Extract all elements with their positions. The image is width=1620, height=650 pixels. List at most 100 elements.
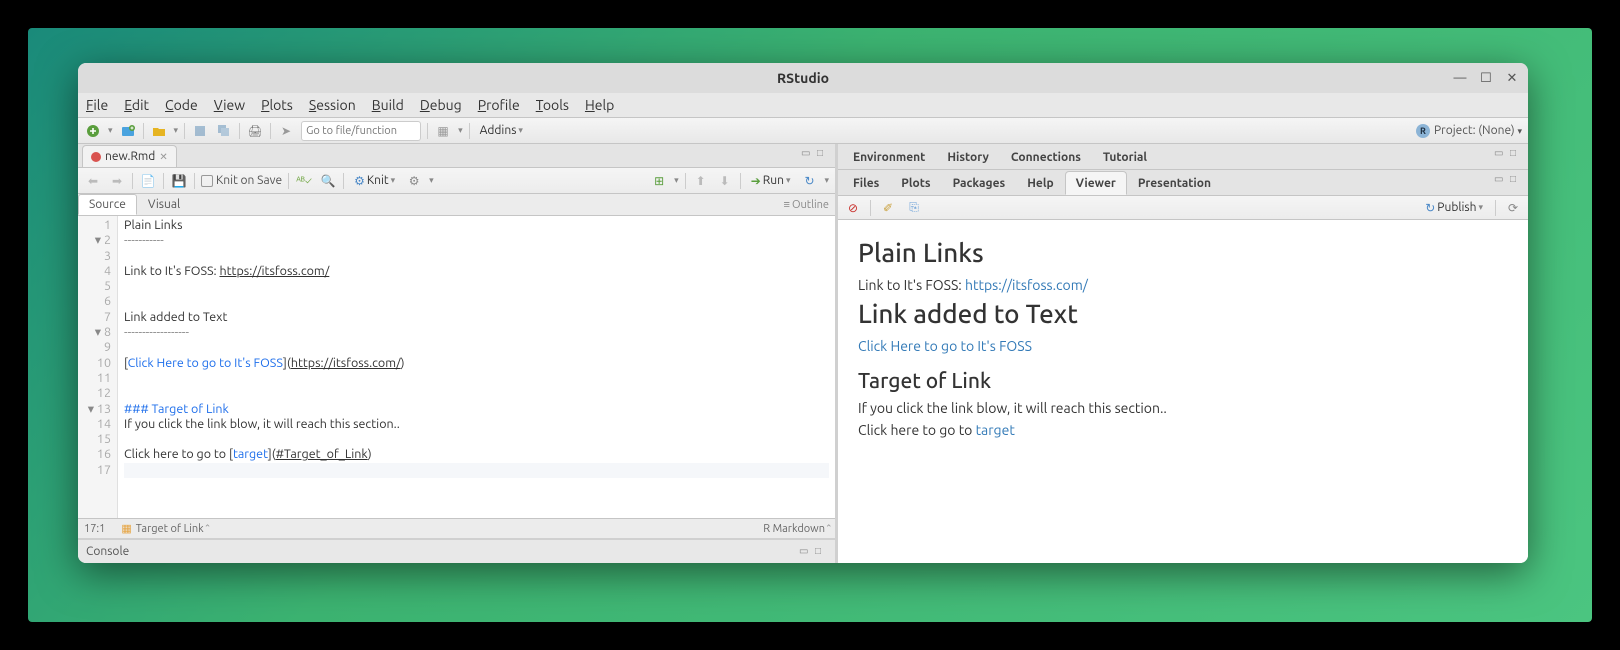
viewer-pane-max-icon[interactable]: □ [1510, 173, 1524, 187]
refresh-viewer-icon[interactable]: ⟳ [1504, 199, 1522, 217]
editor-toolbar: ⬅ ➡ 📄 💾 Knit on Save ᴬᴮ✓ 🔍 ⚙Knit ▾ ⚙▾ ⊞▾ [78, 168, 835, 194]
menu-view[interactable]: View [214, 97, 245, 113]
menu-tools[interactable]: Tools [536, 97, 569, 113]
viewer-link-2[interactable]: Click Here to go to It's FOSS [858, 338, 1032, 354]
viewer-tab-help[interactable]: Help [1016, 171, 1064, 195]
viewer-h3: Target of Link [858, 368, 1508, 392]
broom-icon[interactable]: ✐ [879, 199, 897, 217]
menubar: File Edit Code View Plots Session Build … [78, 93, 1528, 118]
menu-edit[interactable]: Edit [124, 97, 149, 113]
restart-run-icon[interactable]: ↻ [800, 172, 818, 190]
project-menu[interactable]: Project: (None) ▾ [1434, 124, 1522, 137]
console-label: Console [86, 545, 129, 558]
maximize-button[interactable]: ☐ [1474, 66, 1498, 90]
env-tab-connections[interactable]: Connections [1000, 145, 1092, 169]
save-doc-icon[interactable]: 💾 [170, 172, 188, 190]
spellcheck-icon[interactable]: ᴬᴮ✓ [295, 172, 313, 190]
right-pane: EnvironmentHistoryConnectionsTutorial▭□ … [838, 144, 1528, 563]
env-tab-environment[interactable]: Environment [842, 145, 936, 169]
window-title: RStudio [777, 70, 829, 86]
console-pane-max-icon[interactable]: □ [815, 545, 829, 559]
knit-button[interactable]: ⚙Knit ▾ [350, 174, 399, 188]
viewer-toolbar: ⊘ ✐ ⎘ ↻ Publish ▾ ⟳ [838, 196, 1528, 220]
menu-file[interactable]: File [86, 97, 108, 113]
menu-build[interactable]: Build [372, 97, 404, 113]
popout-viewer-icon[interactable]: ⎘ [905, 199, 923, 217]
pane-minimize-icon[interactable]: ▭ [801, 147, 815, 161]
show-in-new-window-icon[interactable]: 📄 [139, 172, 157, 190]
viewer-tabs: FilesPlotsPackagesHelpViewerPresentation… [838, 170, 1528, 196]
outline-toggle[interactable]: ≡ Outline [778, 194, 835, 215]
section-name[interactable]: Target of Link [136, 523, 204, 535]
language-mode[interactable]: R Markdown [763, 523, 825, 535]
viewer-tab-files[interactable]: Files [842, 171, 890, 195]
insert-chunk-icon[interactable]: ⊞ [650, 172, 668, 190]
menu-help[interactable]: Help [585, 97, 614, 113]
back-arrow-icon[interactable]: ⬅ [84, 172, 102, 190]
env-pane-max-icon[interactable]: □ [1510, 147, 1524, 161]
viewer-p3: If you click the link blow, it will reac… [858, 400, 1508, 416]
viewer-tab-packages[interactable]: Packages [942, 171, 1017, 195]
new-file-icon[interactable] [84, 122, 102, 140]
output-options-icon[interactable]: ⚙ [405, 172, 423, 190]
env-tab-history[interactable]: History [936, 145, 1000, 169]
mode-source-tab[interactable]: Source [78, 194, 137, 215]
mode-visual-tab[interactable]: Visual [137, 194, 191, 215]
titlebar: RStudio — ☐ ✕ [78, 63, 1528, 93]
knit-on-save-checkbox[interactable]: Knit on Save [201, 174, 282, 187]
env-tabs: EnvironmentHistoryConnectionsTutorial ▭□ [838, 144, 1528, 170]
console-pane[interactable]: Console ▭□ [78, 538, 835, 563]
print-icon[interactable]: 🖨 [246, 122, 264, 140]
nav-up-icon[interactable]: ⬆ [692, 172, 710, 190]
grid-view-icon[interactable]: ▦ [434, 122, 452, 140]
find-replace-icon[interactable]: 🔍 [319, 172, 337, 190]
publish-icon: ↻ [1425, 201, 1435, 215]
menu-profile[interactable]: Profile [478, 97, 520, 113]
close-button[interactable]: ✕ [1500, 66, 1524, 90]
goto-arrow-icon[interactable]: ➤ [277, 122, 295, 140]
publish-button[interactable]: ↻ Publish ▾ [1421, 201, 1487, 215]
viewer-h1: Plain Links [858, 238, 1508, 267]
desktop-background: RStudio — ☐ ✕ File Edit Code View Plots … [28, 28, 1592, 622]
menu-debug[interactable]: Debug [420, 97, 462, 113]
viewer-h2: Link added to Text [858, 299, 1508, 328]
forward-arrow-icon[interactable]: ➡ [108, 172, 126, 190]
viewer-p4: Click here to go to target [858, 422, 1508, 438]
viewer-p1: Link to It's FOSS: https://itsfoss.com/ [858, 277, 1508, 293]
section-indicator-icon: ▦ [121, 522, 131, 535]
menu-session[interactable]: Session [309, 97, 356, 113]
editor-statusbar: 17:1 ▦ Target of Link ⌃ R Markdown ⌃ [78, 518, 835, 538]
menu-plots[interactable]: Plots [261, 97, 293, 113]
viewer-link-3[interactable]: target [976, 422, 1015, 438]
mode-tabs: Source Visual ≡ Outline [78, 194, 835, 216]
file-tab[interactable]: new.Rmd ✕ [82, 145, 177, 167]
save-icon[interactable] [191, 122, 209, 140]
menu-code[interactable]: Code [165, 97, 198, 113]
env-pane-min-icon[interactable]: ▭ [1494, 147, 1508, 161]
pane-maximize-icon[interactable]: □ [817, 147, 831, 161]
code-editor[interactable]: 1▾ 234567▾ 89101112▾ 1314151617 Plain Li… [78, 216, 835, 518]
editor-content[interactable]: Plain Links----------- Link to It's FOSS… [118, 216, 835, 518]
env-tab-tutorial[interactable]: Tutorial [1092, 145, 1158, 169]
outline-icon: ≡ [784, 199, 790, 211]
viewer-pane-min-icon[interactable]: ▭ [1494, 173, 1508, 187]
open-file-icon[interactable] [150, 122, 168, 140]
viewer-tab-presentation[interactable]: Presentation [1127, 171, 1222, 195]
new-project-icon[interactable] [119, 122, 137, 140]
viewer-tab-plots[interactable]: Plots [890, 171, 941, 195]
main-toolbar: ▾ ▾ 🖨 ➤ ▦▾ Addins ▾ R Project: (None) ▾ [78, 118, 1528, 144]
close-tab-icon[interactable]: ✕ [159, 151, 167, 163]
minimize-button[interactable]: — [1448, 66, 1472, 90]
goto-file-input[interactable] [301, 121, 421, 141]
viewer-link-1[interactable]: https://itsfoss.com/ [965, 277, 1088, 293]
nav-down-icon[interactable]: ⬇ [716, 172, 734, 190]
console-pane-min-icon[interactable]: ▭ [799, 545, 813, 559]
run-button[interactable]: ➔Run ▾ [747, 174, 795, 188]
viewer-tab-viewer[interactable]: Viewer [1065, 171, 1127, 195]
clear-viewer-icon[interactable]: ⊘ [844, 199, 862, 217]
addins-button[interactable]: Addins ▾ [476, 124, 527, 137]
viewer-content: Plain Links Link to It's FOSS: https://i… [838, 220, 1528, 563]
rmd-file-icon [91, 152, 101, 162]
save-all-icon[interactable] [215, 122, 233, 140]
knit-icon: ⚙ [354, 174, 365, 188]
